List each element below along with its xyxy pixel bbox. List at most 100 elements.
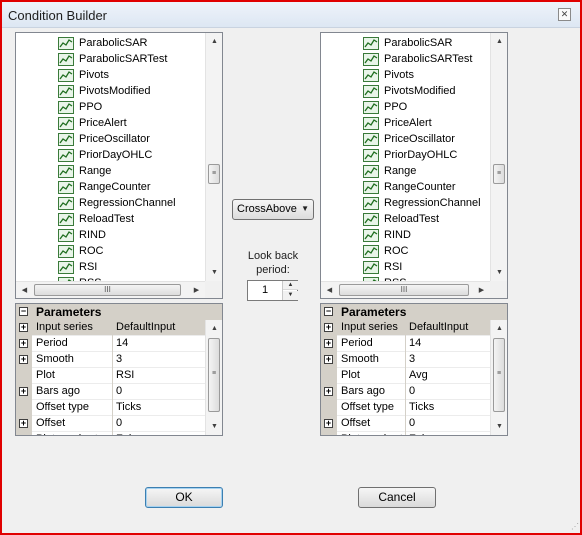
collapse-minus-icon[interactable]: −: [324, 307, 333, 316]
expand-plus-icon[interactable]: +: [324, 419, 333, 428]
list-item[interactable]: Pivots: [58, 67, 109, 83]
column-separator[interactable]: [405, 432, 406, 435]
resize-grip-icon[interactable]: ⋰: [571, 522, 579, 531]
list-item[interactable]: RangeCounter: [58, 179, 151, 195]
column-separator[interactable]: [112, 384, 113, 400]
parameter-value[interactable]: Ticks: [409, 401, 434, 413]
column-separator[interactable]: [405, 320, 406, 336]
list-item[interactable]: ParabolicSAR: [363, 35, 452, 51]
list-item[interactable]: PriceAlert: [58, 115, 127, 131]
params-vscrollbar[interactable]: ▲ ≡ ▼: [205, 320, 222, 435]
scroll-thumb[interactable]: ≡: [493, 338, 505, 412]
left-list-vscrollbar[interactable]: ▲ ≡ ▼: [205, 33, 222, 281]
list-item[interactable]: RSI: [58, 259, 97, 275]
parameter-value[interactable]: 14: [409, 337, 421, 349]
list-item[interactable]: ReloadTest: [58, 211, 134, 227]
list-item[interactable]: Range: [363, 163, 416, 179]
scroll-thumb[interactable]: ≡: [493, 164, 505, 184]
scroll-left-arrow-icon[interactable]: ◀: [321, 282, 338, 298]
list-item[interactable]: ReloadTest: [363, 211, 439, 227]
right-list-vscrollbar[interactable]: ▲ ≡ ▼: [490, 33, 507, 281]
parameter-row[interactable]: + Bars ago 0: [321, 384, 490, 400]
lookback-period-value[interactable]: 1: [248, 284, 282, 296]
left-indicator-list[interactable]: ParabolicSAR ParabolicSARTest Pivots Pivots…: [15, 32, 223, 299]
column-separator[interactable]: [405, 416, 406, 432]
parameter-row[interactable]: Plot RSI: [16, 368, 205, 384]
list-item[interactable]: ROC: [363, 243, 408, 259]
scroll-up-arrow-icon[interactable]: ▲: [491, 33, 507, 50]
cancel-button[interactable]: Cancel: [358, 487, 436, 508]
expand-plus-icon[interactable]: +: [19, 419, 28, 428]
left-parameters-grid[interactable]: − Parameters ▲ ≡ ▼ + Input series DefaultI…: [15, 303, 223, 436]
column-separator[interactable]: [112, 336, 113, 352]
scroll-thumb[interactable]: III: [339, 284, 469, 296]
scroll-right-arrow-icon[interactable]: ▶: [473, 282, 490, 298]
expand-plus-icon[interactable]: +: [19, 355, 28, 364]
scroll-down-arrow-icon[interactable]: ▼: [491, 418, 507, 435]
scroll-up-arrow-icon[interactable]: ▲: [206, 320, 222, 337]
parameter-row[interactable]: + Offset 0: [16, 416, 205, 432]
expand-plus-icon[interactable]: +: [324, 339, 333, 348]
parameter-value[interactable]: 3: [116, 353, 122, 365]
parameter-value[interactable]: Avg: [409, 369, 428, 381]
ok-button[interactable]: OK: [145, 487, 223, 508]
expand-plus-icon[interactable]: +: [324, 323, 333, 332]
parameter-row[interactable]: + Smooth 3: [321, 352, 490, 368]
parameter-value[interactable]: 0: [409, 417, 415, 429]
list-item[interactable]: PPO: [363, 99, 407, 115]
column-separator[interactable]: [405, 400, 406, 416]
stepper-up-icon[interactable]: ▲: [283, 281, 298, 290]
expand-plus-icon[interactable]: +: [19, 387, 28, 396]
list-item[interactable]: ParabolicSARTest: [58, 51, 167, 67]
list-item[interactable]: RegressionChannel: [363, 195, 481, 211]
list-item[interactable]: PPO: [58, 99, 102, 115]
list-item[interactable]: RegressionChannel: [58, 195, 176, 211]
scroll-left-arrow-icon[interactable]: ◀: [16, 282, 33, 298]
parameter-row[interactable]: Plot on chart False: [16, 432, 205, 435]
parameter-value[interactable]: DefaultInput: [409, 321, 468, 333]
scroll-up-arrow-icon[interactable]: ▲: [491, 320, 507, 337]
parameter-value[interactable]: False: [409, 433, 436, 435]
list-item[interactable]: Pivots: [363, 67, 414, 83]
list-item[interactable]: PriorDayOHLC: [363, 147, 457, 163]
right-list-hscrollbar[interactable]: ◀ III ▶: [321, 281, 490, 298]
parameter-row[interactable]: + Input series DefaultInput: [321, 320, 490, 336]
parameter-row[interactable]: + Input series DefaultInput: [16, 320, 205, 336]
parameters-header[interactable]: − Parameters: [16, 304, 222, 320]
right-parameters-grid[interactable]: − Parameters ▲ ≡ ▼ + Input series DefaultI…: [320, 303, 508, 436]
parameter-row[interactable]: Plot on chart False: [321, 432, 490, 435]
expand-plus-icon[interactable]: +: [324, 355, 333, 364]
list-item[interactable]: PriceAlert: [363, 115, 432, 131]
column-separator[interactable]: [405, 384, 406, 400]
parameter-value[interactable]: 3: [409, 353, 415, 365]
parameter-value[interactable]: 14: [116, 337, 128, 349]
lookback-period-stepper[interactable]: 1 ▲ ▼: [247, 280, 298, 301]
parameter-value[interactable]: Ticks: [116, 401, 141, 413]
list-item[interactable]: RIND: [58, 227, 106, 243]
parameter-row[interactable]: + Smooth 3: [16, 352, 205, 368]
column-separator[interactable]: [405, 352, 406, 368]
list-item[interactable]: ParabolicSAR: [58, 35, 147, 51]
parameter-row[interactable]: Plot Avg: [321, 368, 490, 384]
list-item[interactable]: RIND: [363, 227, 411, 243]
parameter-row[interactable]: + Period 14: [321, 336, 490, 352]
params-vscrollbar[interactable]: ▲ ≡ ▼: [490, 320, 507, 435]
list-item[interactable]: RangeCounter: [363, 179, 456, 195]
list-item[interactable]: PriceOscillator: [58, 131, 150, 147]
scroll-thumb[interactable]: III: [34, 284, 181, 296]
parameter-row[interactable]: Offset type Ticks: [16, 400, 205, 416]
expand-plus-icon[interactable]: +: [19, 339, 28, 348]
scroll-down-arrow-icon[interactable]: ▼: [491, 264, 507, 281]
parameter-value[interactable]: False: [116, 433, 143, 435]
column-separator[interactable]: [112, 352, 113, 368]
column-separator[interactable]: [405, 368, 406, 384]
list-item[interactable]: PivotsModified: [363, 83, 456, 99]
parameter-row[interactable]: + Offset 0: [321, 416, 490, 432]
parameter-value[interactable]: RSI: [116, 369, 134, 381]
scroll-right-arrow-icon[interactable]: ▶: [188, 282, 205, 298]
left-list-hscrollbar[interactable]: ◀ III ▶: [16, 281, 205, 298]
parameter-row[interactable]: + Bars ago 0: [16, 384, 205, 400]
parameter-value[interactable]: 0: [116, 417, 122, 429]
close-icon[interactable]: ✕: [558, 8, 571, 21]
list-item[interactable]: PivotsModified: [58, 83, 151, 99]
